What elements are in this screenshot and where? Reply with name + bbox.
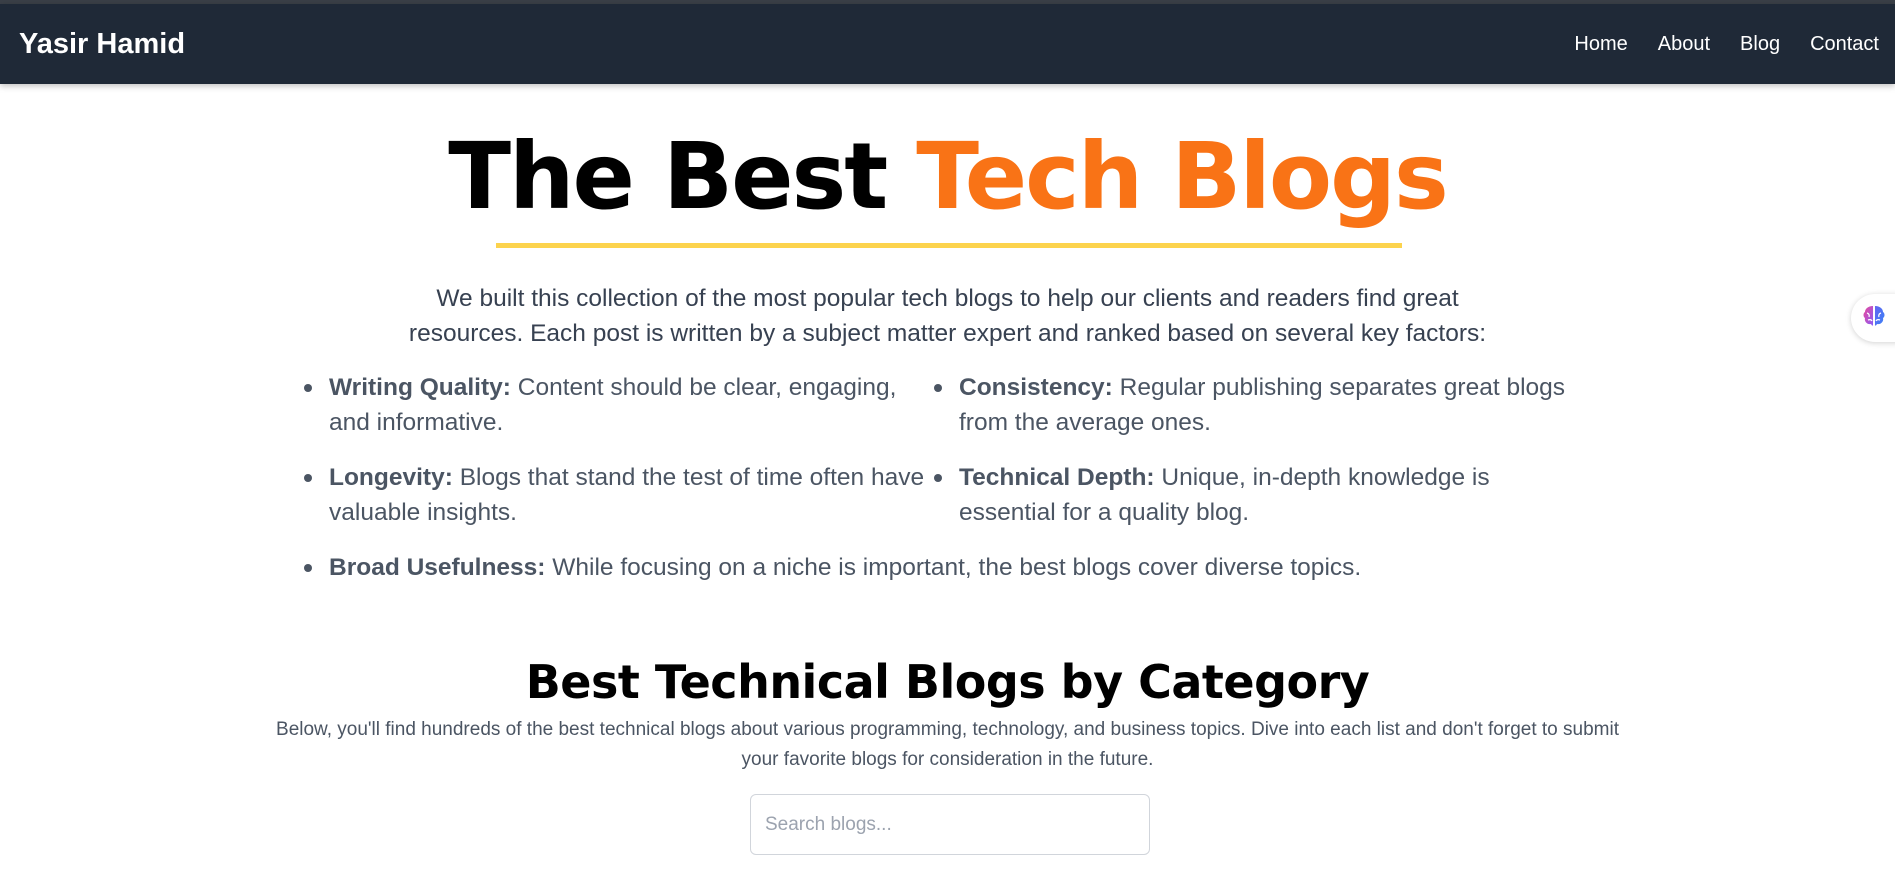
search-input[interactable] — [750, 794, 1150, 855]
factor-name: Broad Usefulness: — [329, 554, 546, 581]
factor-name: Technical Depth: — [959, 464, 1155, 491]
nav-link-home[interactable]: Home — [1574, 33, 1627, 56]
nav-link-about[interactable]: About — [1658, 33, 1710, 56]
factor-item-consistency: Consistency: Regular publishing separate… — [934, 370, 1574, 440]
factor-name: Longevity: — [329, 464, 453, 491]
hero-title-accent: Tech Blogs — [916, 123, 1448, 230]
factor-text: While focusing on a niche is important, … — [552, 554, 1362, 581]
hero-title-part1: The Best — [448, 123, 888, 230]
hero-title: The Best Tech Blogs — [0, 122, 1895, 232]
hero-intro: We built this collection of the most pop… — [408, 285, 1487, 347]
categories-title: Best Technical Blogs by Category — [525, 655, 1370, 709]
site-brand-link[interactable]: Yasir Hamid — [19, 28, 185, 61]
factor-name: Writing Quality: — [329, 374, 511, 401]
factor-item-broad-usefulness: Broad Usefulness: While focusing on a ni… — [304, 550, 1564, 585]
floating-assistant-button[interactable] — [1851, 294, 1895, 342]
nav-link-blog[interactable]: Blog — [1740, 33, 1780, 56]
nav-link-contact[interactable]: Contact — [1810, 33, 1879, 56]
factor-name: Consistency: — [959, 374, 1113, 401]
nav-links: Home About Blog Contact — [1574, 4, 1879, 84]
factor-item-technical-depth: Technical Depth: Unique, in-depth knowle… — [934, 460, 1574, 530]
title-underline — [496, 243, 1402, 248]
factor-item-writing-quality: Writing Quality: Content should be clear… — [304, 370, 934, 440]
factor-item-longevity: Longevity: Blogs that stand the test of … — [304, 460, 934, 530]
brain-icon — [1861, 303, 1887, 334]
categories-description: Below, you'll find hundreds of the best … — [276, 719, 1619, 770]
navbar: Yasir Hamid Home About Blog Contact — [0, 4, 1895, 84]
